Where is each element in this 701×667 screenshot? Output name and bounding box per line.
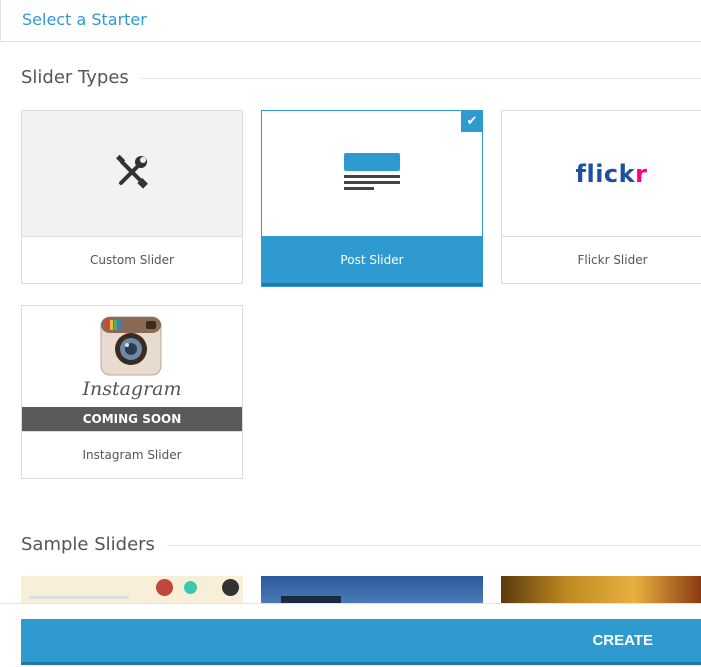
card-label: Post Slider [262, 237, 482, 286]
card-thumb: flickr [502, 111, 701, 237]
card-label: Custom Slider [89, 253, 174, 267]
section-divider [155, 545, 701, 546]
section-divider [133, 78, 701, 79]
header: Select a Starter [0, 0, 701, 42]
coming-soon-badge: COMING SOON [22, 407, 242, 431]
card-instagram-slider[interactable]: Instagram COMING SOON Instagram Slider [21, 305, 243, 479]
instagram-wordmark: Instagram [82, 378, 182, 400]
section-title-sample-sliders: Sample Sliders [21, 534, 167, 555]
footer: CREATE [0, 603, 701, 667]
section-title-slider-types: Slider Types [21, 67, 141, 88]
search-icon [156, 579, 173, 596]
wrench-screwdriver-icon [113, 153, 151, 195]
navigate-icon [222, 579, 239, 596]
card-thumb [262, 111, 482, 237]
card-flickr-slider[interactable]: flickr Flickr Slider [501, 110, 701, 284]
flickr-logo: flickr [575, 159, 648, 188]
create-button[interactable]: CREATE [21, 619, 701, 665]
sample-slider-thumb[interactable] [261, 576, 483, 603]
check-icon: ✔ [461, 110, 483, 132]
header-title: Select a Starter [22, 10, 147, 29]
post-layout-icon [343, 152, 401, 196]
card-label: Instagram Slider [82, 448, 182, 462]
sample-slider-thumb[interactable] [501, 576, 701, 603]
sample-slider-thumb[interactable] [21, 576, 243, 603]
dot-icon [184, 581, 197, 594]
card-post-slider[interactable]: Post Slider ✔ [261, 110, 483, 287]
instagram-logo [100, 316, 162, 382]
card-thumb: Instagram COMING SOON [22, 306, 242, 432]
card-label: Flickr Slider [577, 253, 648, 267]
card-custom-slider[interactable]: Custom Slider [21, 110, 243, 284]
card-thumb [22, 111, 242, 237]
